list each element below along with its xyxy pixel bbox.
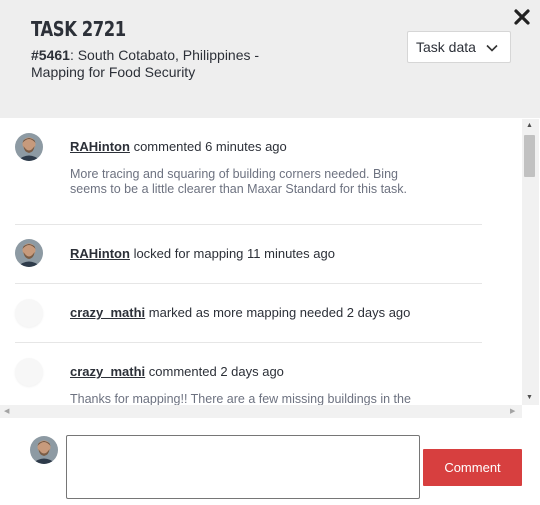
close-icon[interactable] xyxy=(511,6,533,28)
avatar xyxy=(15,358,43,386)
avatar xyxy=(15,133,43,161)
comment-text: More tracing and squaring of building co… xyxy=(70,167,407,196)
chevron-down-icon xyxy=(485,41,499,58)
username-link[interactable]: RAHinton xyxy=(70,139,130,154)
scroll-left-icon[interactable]: ◀ xyxy=(4,407,9,415)
project-number: #5461 xyxy=(31,47,70,63)
feed-action: commented 6 minutes ago xyxy=(133,139,287,154)
avatar xyxy=(15,299,43,327)
username-link[interactable]: RAHinton xyxy=(70,246,130,261)
task-data-dropdown[interactable]: Task data xyxy=(407,31,511,63)
scroll-right-icon[interactable]: ▶ xyxy=(510,407,515,415)
horizontal-scrollbar[interactable]: ◀ ▶ xyxy=(0,405,522,418)
vertical-scrollbar[interactable]: ▲ ▼ xyxy=(522,119,539,405)
feed-entry-meta: RAHinton locked for mapping 11 minutes a… xyxy=(70,246,335,261)
username-link[interactable]: crazy_mathi xyxy=(70,305,145,320)
feed-action: locked for mapping 11 minutes ago xyxy=(133,246,335,261)
task-data-label: Task data xyxy=(416,39,476,55)
username-link[interactable]: crazy_mathi xyxy=(70,364,145,379)
scroll-up-icon[interactable]: ▲ xyxy=(526,122,533,130)
feed-action: marked as more mapping needed 2 days ago xyxy=(148,305,411,320)
scrollbar-thumb[interactable] xyxy=(524,135,535,177)
feed-entry-meta: crazy_mathi marked as more mapping neede… xyxy=(70,305,410,320)
comment-input[interactable] xyxy=(66,435,420,499)
task-title: TASK 2721 xyxy=(31,17,126,41)
feed-entry-meta: crazy_mathi commented 2 days ago xyxy=(70,364,284,379)
project-description: #5461: South Cotabato, Philippines - Map… xyxy=(31,47,261,81)
activity-feed[interactable]: RAHinton commented 6 minutes ago More tr… xyxy=(0,119,522,405)
task-header: TASK 2721 #5461: South Cotabato, Philipp… xyxy=(0,0,540,118)
avatar xyxy=(15,239,43,267)
feed-action: commented 2 days ago xyxy=(148,364,284,379)
current-user-avatar xyxy=(30,436,58,464)
comment-button[interactable]: Comment xyxy=(423,449,522,486)
feed-entry-meta: RAHinton commented 6 minutes ago xyxy=(70,139,287,154)
scroll-down-icon[interactable]: ▼ xyxy=(526,394,533,402)
comment-text: Thanks for mapping!! There are a few mis… xyxy=(70,392,411,405)
